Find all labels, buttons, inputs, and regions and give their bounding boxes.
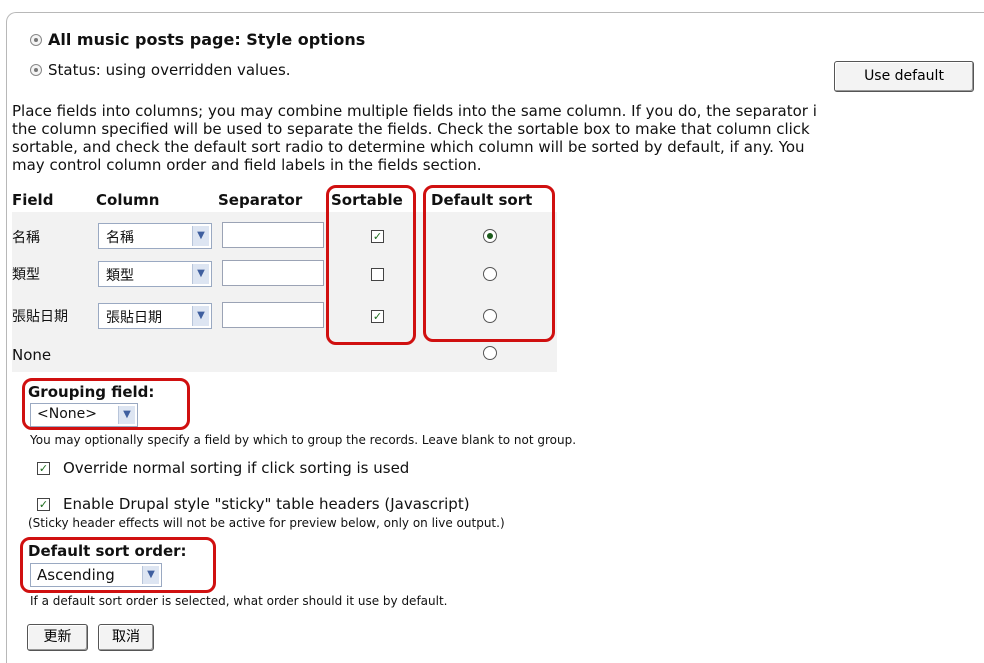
column-select-1[interactable]: 名稱 ▼ <box>98 223 212 249</box>
column-select-2[interactable]: 類型 ▼ <box>98 261 212 287</box>
update-button[interactable]: 更新 <box>27 624 88 651</box>
chevron-down-icon: ▼ <box>192 226 209 246</box>
status-text: Status: using overridden values. <box>30 61 291 79</box>
sticky-headers-label: Enable Drupal style "sticky" table heade… <box>63 495 470 513</box>
bullet-icon <box>30 63 42 76</box>
chevron-down-icon: ▼ <box>192 264 209 284</box>
sort-order-highlight <box>20 537 216 593</box>
chevron-down-icon: ▼ <box>192 306 209 326</box>
bullet-icon <box>30 33 42 46</box>
separator-input-2[interactable] <box>222 260 324 286</box>
column-select-3[interactable]: 張貼日期 ▼ <box>98 303 212 329</box>
field-label-3: 張貼日期 <box>12 309 68 325</box>
sticky-headers-note: (Sticky header effects will not be activ… <box>28 516 505 530</box>
header-column: Column <box>96 191 160 209</box>
page-title: All music posts page: Style options <box>30 30 365 49</box>
header-separator: Separator <box>218 191 303 209</box>
default-sort-highlight <box>423 185 555 342</box>
use-default-button[interactable]: Use default <box>834 61 974 92</box>
description: Place fields into columns; you may combi… <box>12 102 817 174</box>
override-sorting-label: Override normal sorting if click sorting… <box>63 459 410 477</box>
top-edge <box>0 0 984 12</box>
cancel-button[interactable]: 取消 <box>98 624 154 651</box>
header-field: Field <box>12 191 54 209</box>
sortable-highlight <box>326 185 416 345</box>
default-sort-radio-none[interactable] <box>483 346 497 360</box>
sticky-headers-checkbox[interactable]: ✓ <box>37 498 50 511</box>
override-sorting-checkbox[interactable]: ✓ <box>37 462 50 475</box>
separator-input-1[interactable] <box>222 222 324 248</box>
none-label: None <box>12 346 52 364</box>
field-label-1: 名稱 <box>12 230 40 246</box>
grouping-highlight <box>22 378 190 430</box>
sort-order-help: If a default sort order is selected, wha… <box>30 594 448 608</box>
separator-input-3[interactable] <box>222 302 324 328</box>
grouping-help: You may optionally specify a field by wh… <box>30 433 577 447</box>
field-label-2: 類型 <box>12 267 40 283</box>
